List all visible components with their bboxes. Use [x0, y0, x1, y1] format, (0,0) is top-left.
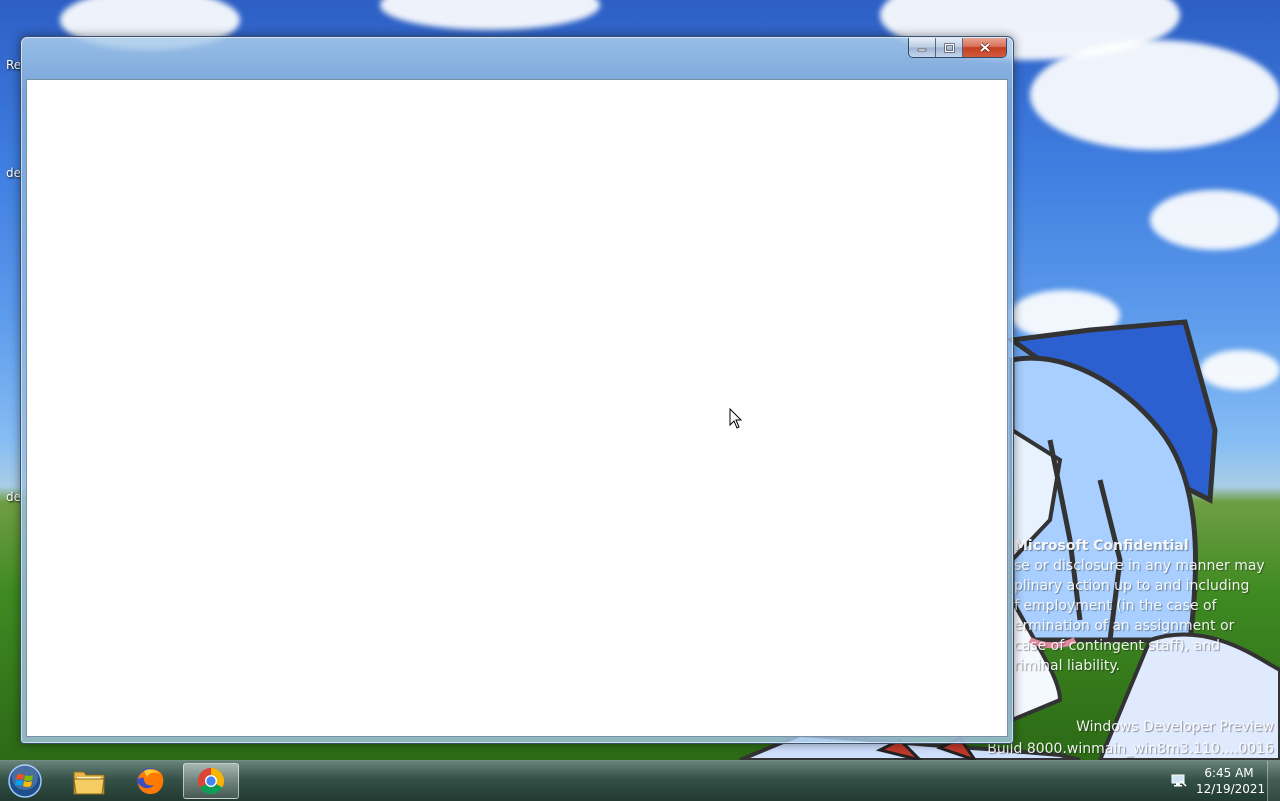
minimize-icon [917, 48, 927, 51]
caption-buttons [908, 38, 1007, 58]
maximize-button[interactable] [936, 38, 963, 57]
watermark-body: se or disclosure in any manner may plina… [1014, 558, 1265, 674]
desktop-icon-label[interactable]: Re [6, 58, 21, 72]
application-window[interactable] [20, 36, 1014, 744]
clock-time: 6:45 AM [1204, 766, 1254, 780]
build-line-1: Windows Developer Preview [1076, 719, 1274, 735]
window-titlebar[interactable] [21, 37, 1013, 79]
cloud [1010, 290, 1120, 340]
cloud [380, 0, 600, 30]
show-desktop-button[interactable] [1267, 761, 1280, 801]
close-icon [979, 42, 990, 53]
cloud [1200, 350, 1280, 390]
mouse-cursor-icon [729, 408, 743, 429]
taskbar-explorer-button[interactable] [61, 763, 117, 799]
minimize-button[interactable] [909, 38, 936, 57]
confidential-watermark: Microsoft Confidential se or disclosure … [1014, 536, 1280, 676]
cloud [1030, 40, 1280, 150]
system-clock[interactable]: 6:45 AM 12/19/2021 [1196, 765, 1266, 797]
clock-date: 12/19/2021 [1196, 782, 1266, 796]
desktop-icon-label[interactable]: de [6, 490, 21, 504]
chrome-icon [197, 767, 225, 795]
firefox-icon [137, 768, 164, 794]
taskbar: 6:45 AM 12/19/2021 [0, 760, 1280, 801]
windows-logo-icon [8, 764, 42, 798]
close-button[interactable] [963, 38, 1006, 57]
folder-icon [73, 771, 105, 795]
build-watermark: Windows Developer Preview Build 8000.win… [987, 716, 1274, 760]
maximize-icon [943, 42, 955, 53]
watermark-title: Microsoft Confidential [1014, 538, 1189, 554]
start-button[interactable] [5, 762, 45, 800]
cloud [1150, 190, 1280, 250]
desktop-icon-label[interactable]: de [6, 166, 21, 180]
build-line-2: Build 8000.winmain_win8m3.110….0016 [987, 741, 1274, 757]
taskbar-chrome-button[interactable] [183, 763, 239, 799]
taskbar-firefox-button[interactable] [122, 763, 178, 799]
window-client-area[interactable] [26, 79, 1008, 737]
network-icon[interactable] [1170, 772, 1188, 790]
